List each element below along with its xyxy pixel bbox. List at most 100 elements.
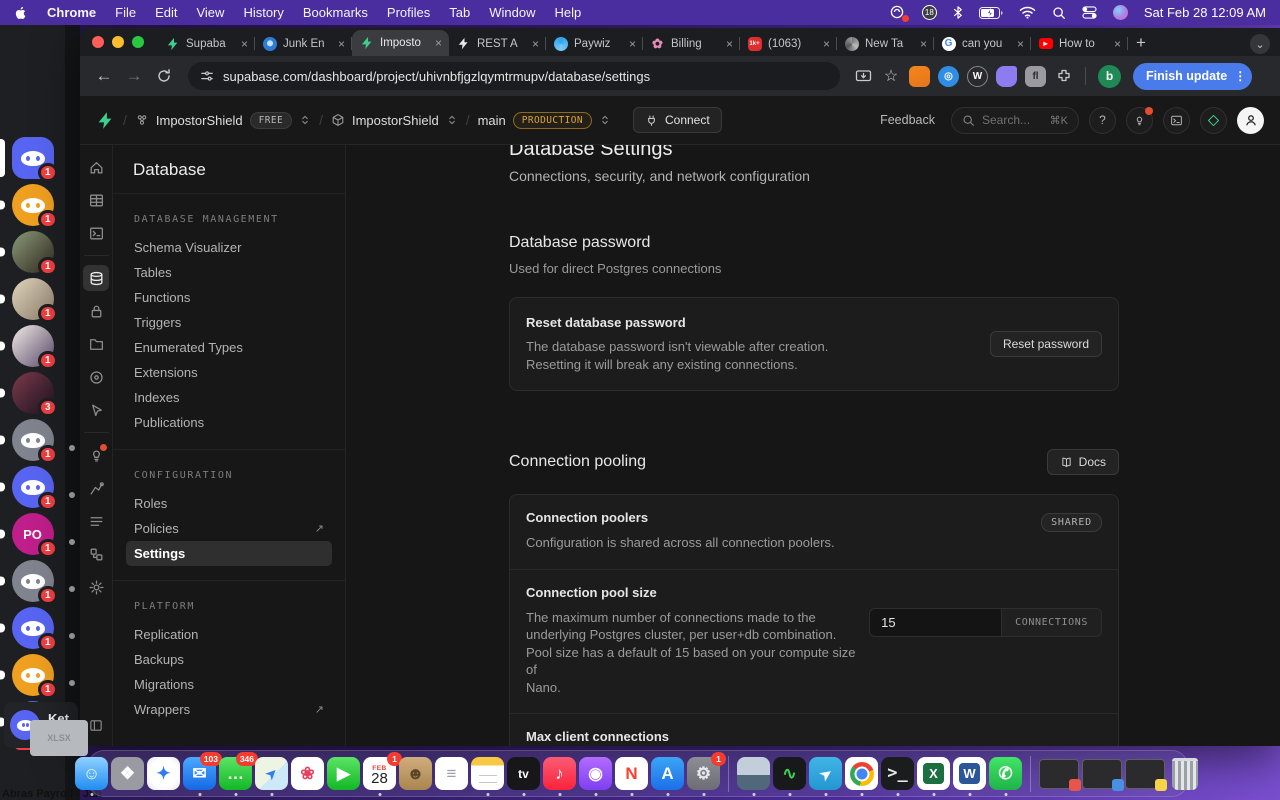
dock-music[interactable]: ♪: [543, 757, 576, 796]
nav-home[interactable]: [83, 154, 109, 180]
tab-close-icon[interactable]: ×: [823, 37, 830, 51]
browser-tab-3[interactable]: Imposto ×: [352, 30, 449, 56]
menu-chrome[interactable]: Chrome: [47, 5, 96, 20]
reset-password-button[interactable]: Reset password: [989, 331, 1102, 357]
dock-whatsapp[interactable]: ✆: [989, 757, 1022, 796]
tab-close-icon[interactable]: ×: [338, 37, 345, 51]
dock-calendar[interactable]: FEB 28 1: [363, 752, 402, 796]
user-avatar[interactable]: [1237, 106, 1264, 134]
w-extension-icon[interactable]: W: [967, 65, 988, 87]
sidebar-item-functions[interactable]: Functions: [126, 285, 332, 310]
sidebar-item-indexes[interactable]: Indexes: [126, 385, 332, 410]
nav-api-docs[interactable]: [83, 541, 109, 567]
discord-server-4[interactable]: 1: [0, 278, 65, 323]
collapse-sidebar-icon[interactable]: [89, 718, 104, 738]
dock-apple-tv[interactable]: tv: [507, 757, 540, 796]
menu-edit[interactable]: Edit: [155, 5, 177, 20]
sidebar-item-triggers[interactable]: Triggers: [126, 310, 332, 335]
dock-telegram[interactable]: ➤: [809, 757, 842, 796]
browser-tab-7[interactable]: 1k+ (1063) ×: [740, 31, 837, 56]
dock-minimized-window-3[interactable]: [1125, 758, 1167, 791]
new-tab-button[interactable]: +: [1136, 33, 1146, 53]
discord-server-1[interactable]: 1: [0, 137, 65, 182]
nav-auth[interactable]: [83, 298, 109, 324]
discord-server-11[interactable]: 1: [0, 607, 65, 652]
sidebar-item-tables[interactable]: Tables: [126, 260, 332, 285]
blue-circle-extension-icon[interactable]: ◎: [938, 65, 959, 87]
discord-server-9[interactable]: PO 1: [0, 513, 65, 558]
control-center-icon[interactable]: [1082, 6, 1097, 19]
dock-minimized-window-1[interactable]: [1039, 758, 1081, 791]
dock-chrome[interactable]: [845, 757, 878, 796]
bluetooth-icon[interactable]: [953, 5, 963, 20]
wifi-icon[interactable]: [1019, 6, 1036, 19]
tab-close-icon[interactable]: ×: [1017, 37, 1024, 51]
nav-advisors[interactable]: [83, 442, 109, 468]
dock-photos[interactable]: ❀: [291, 757, 324, 790]
nav-settings[interactable]: [83, 574, 109, 600]
dock-notes[interactable]: [471, 757, 504, 796]
menu-tab[interactable]: Tab: [449, 5, 470, 20]
browser-tab-9[interactable]: Gcan you ×: [934, 31, 1031, 56]
siri-icon[interactable]: [1112, 5, 1128, 20]
discord-server-7[interactable]: 1: [0, 419, 65, 464]
battery-icon[interactable]: [978, 6, 1003, 19]
dock-minimized-window-2[interactable]: [1082, 758, 1124, 791]
help-button[interactable]: ?: [1089, 106, 1116, 134]
tab-search-chevron-icon[interactable]: ⌄: [1250, 34, 1270, 54]
browser-tab-10[interactable]: ▸ How to ×: [1031, 31, 1128, 56]
project-switcher-icon[interactable]: [446, 113, 458, 127]
dock-system-settings[interactable]: ⚙ 1: [687, 752, 726, 796]
assistant-terminal-button[interactable]: [1163, 106, 1190, 134]
nav-reports[interactable]: [83, 475, 109, 501]
spotlight-icon[interactable]: [1052, 6, 1066, 20]
dock-word[interactable]: W: [953, 757, 986, 796]
dock-excel[interactable]: X: [917, 757, 950, 796]
dock-facetime[interactable]: ▶: [327, 757, 360, 790]
sidebar-item-roles[interactable]: Roles: [126, 491, 332, 516]
back-button[interactable]: ←: [90, 62, 118, 90]
connection-pool-size-input[interactable]: 15: [869, 607, 1002, 637]
sidebar-item-extensions[interactable]: Extensions: [126, 360, 332, 385]
dock-contacts[interactable]: ☻: [399, 757, 432, 790]
dock-news[interactable]: N: [615, 757, 648, 796]
branch-breadcrumb[interactable]: main PRODUCTION: [478, 111, 611, 129]
menu-bookmarks[interactable]: Bookmarks: [303, 5, 368, 20]
reload-button[interactable]: [150, 62, 178, 90]
nav-realtime[interactable]: [83, 397, 109, 423]
badge-18-icon[interactable]: 18: [921, 5, 937, 20]
browser-tab-2[interactable]: Junk En ×: [255, 31, 352, 56]
dock-terminal[interactable]: >_: [881, 757, 914, 796]
purple-blob-extension-icon[interactable]: [996, 65, 1017, 87]
feedback-button[interactable]: Feedback: [874, 113, 941, 127]
sidebar-item-wrappers[interactable]: Wrappers ↗: [126, 697, 332, 722]
ai-assistant-button[interactable]: [1200, 106, 1227, 134]
dock-screensaver-photo[interactable]: [737, 757, 770, 796]
discord-server-8[interactable]: 1: [0, 466, 65, 511]
nav-logs[interactable]: [83, 508, 109, 534]
notifications-button[interactable]: [1126, 106, 1153, 134]
address-bar[interactable]: supabase.com/dashboard/project/uhivnbfjg…: [188, 62, 840, 90]
site-settings-icon[interactable]: [200, 69, 214, 83]
finish-update-button[interactable]: Finish update ⋮: [1133, 62, 1253, 90]
nav-database[interactable]: [83, 265, 109, 291]
docs-button[interactable]: Docs: [1046, 449, 1119, 475]
nav-sql-editor[interactable]: [83, 220, 109, 246]
discord-server-3[interactable]: 1: [0, 231, 65, 276]
sidebar-item-schema-visualizer[interactable]: Schema Visualizer: [126, 235, 332, 260]
chrome-profile-avatar[interactable]: b: [1098, 64, 1121, 88]
menu-profiles[interactable]: Profiles: [387, 5, 430, 20]
sidebar-item-publications[interactable]: Publications: [126, 410, 332, 435]
close-window-button[interactable]: [92, 36, 104, 48]
tab-close-icon[interactable]: ×: [532, 37, 539, 51]
tab-close-icon[interactable]: ×: [629, 37, 636, 51]
dock-podcasts[interactable]: ◉: [579, 757, 612, 796]
nav-table-editor[interactable]: [83, 187, 109, 213]
menu-file[interactable]: File: [115, 5, 136, 20]
nav-storage[interactable]: [83, 331, 109, 357]
zoom-window-button[interactable]: [132, 36, 144, 48]
dock-app-store[interactable]: A: [651, 757, 684, 796]
tab-close-icon[interactable]: ×: [726, 37, 733, 51]
sidebar-item-policies[interactable]: Policies ↗: [126, 516, 332, 541]
extensions-puzzle-icon[interactable]: [1051, 63, 1077, 89]
